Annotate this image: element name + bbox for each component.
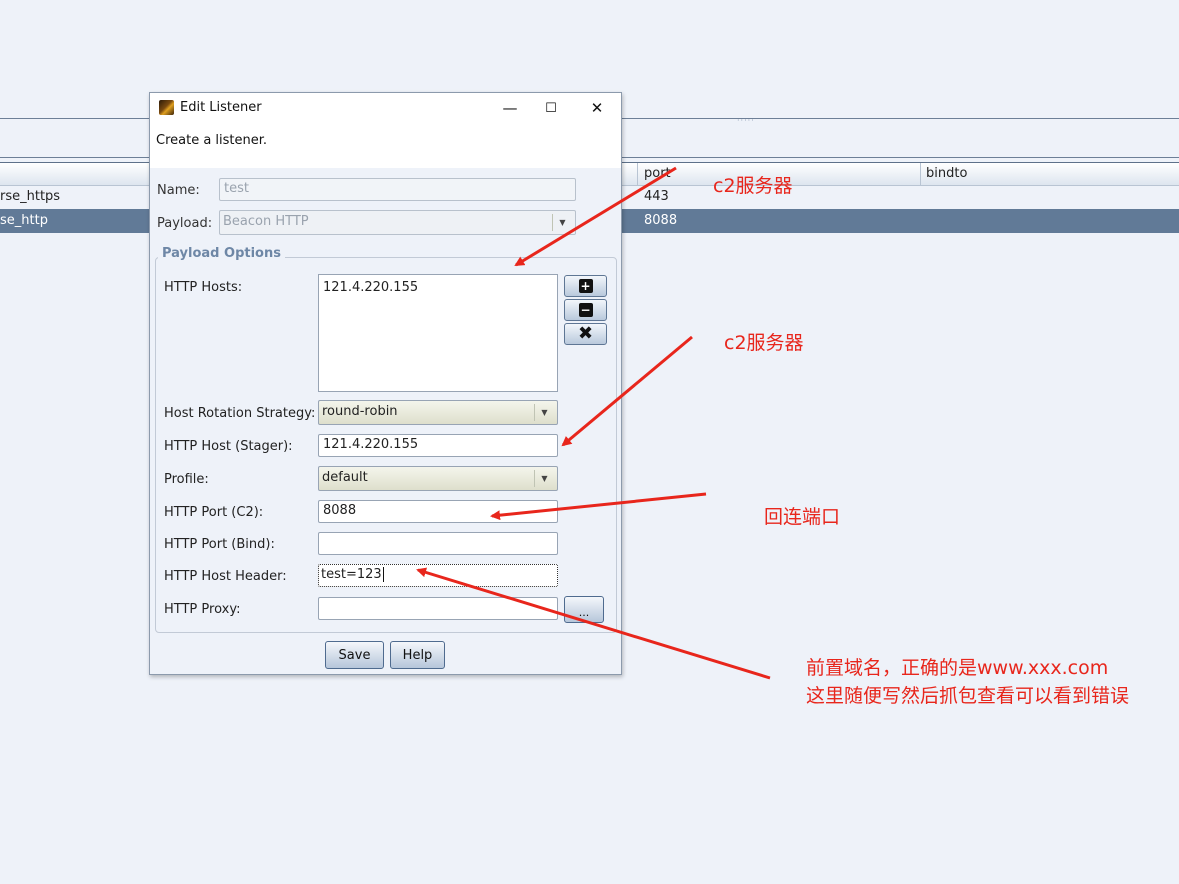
annotation-c2-server-2: c2服务器 <box>724 332 804 354</box>
annotation-c2-server-1: c2服务器 <box>713 175 793 197</box>
arrow-to-stager-host <box>561 335 693 447</box>
arrow-to-host-header <box>416 567 771 680</box>
annotation-callback-port: 回连端口 <box>764 506 841 528</box>
arrow-to-c2-port <box>490 492 707 521</box>
annotation-arrows <box>416 166 771 680</box>
arrow-to-http-hosts <box>514 166 677 267</box>
annotation-host-header-line2: 这里随便写然后抓包查看可以看到错误 <box>806 685 1130 707</box>
annotation-host-header-line1: 前置域名，正确的是www.xxx.com <box>806 657 1109 679</box>
